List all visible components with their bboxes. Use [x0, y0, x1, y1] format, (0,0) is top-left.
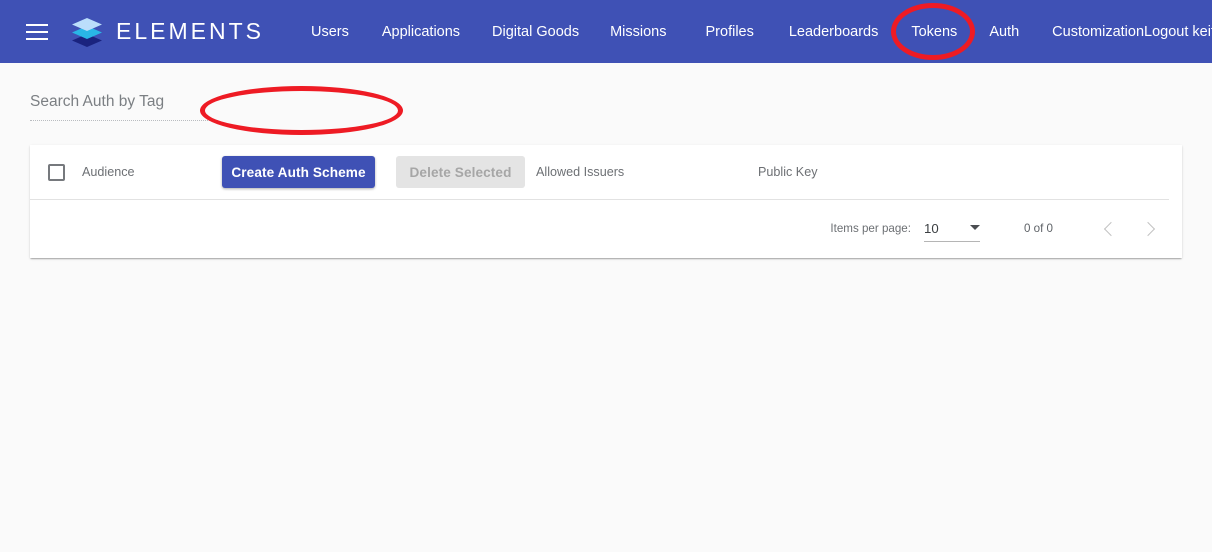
hamburger-line-3 — [26, 38, 48, 40]
toolbar: Create Auth Scheme Delete Selected — [0, 63, 1212, 145]
nav-item-digital-goods[interactable]: Digital Goods — [492, 18, 579, 46]
table-header-row: Audience User Level Allowed Issuers Publ… — [30, 145, 1182, 200]
logout-button[interactable]: Logout keithh — [1144, 18, 1212, 46]
brand-logo[interactable]: ELEMENTS — [70, 17, 264, 47]
pagination-range-label: 0 of 0 — [1024, 222, 1053, 235]
delete-selected-button[interactable]: Delete Selected — [396, 156, 525, 188]
chevron-right-icon — [1140, 221, 1154, 235]
nav-item-profiles[interactable]: Profiles — [706, 18, 754, 46]
search-field-wrapper — [30, 93, 218, 121]
nav-item-missions[interactable]: Missions — [610, 18, 666, 46]
create-auth-scheme-button[interactable]: Create Auth Scheme — [222, 156, 375, 188]
chevron-down-icon — [970, 225, 980, 230]
select-all-cell — [30, 164, 82, 181]
auth-schemes-table-card: Audience User Level Allowed Issuers Publ… — [30, 145, 1182, 258]
search-input[interactable] — [30, 93, 218, 120]
nav-item-customization[interactable]: Customization — [1052, 18, 1144, 46]
search-underline — [30, 120, 218, 121]
layers-stack-icon — [70, 17, 104, 47]
next-page-button[interactable] — [1130, 210, 1168, 248]
items-per-page-label: Items per page: — [830, 222, 911, 235]
items-per-page-select[interactable]: 10 — [924, 215, 980, 242]
hamburger-line-1 — [26, 24, 48, 26]
select-all-checkbox[interactable] — [48, 164, 65, 181]
column-header-allowed-issuers[interactable]: Allowed Issuers — [536, 165, 758, 179]
hamburger-menu-icon[interactable] — [26, 24, 48, 40]
top-navigation-bar: ELEMENTS Users Applications Digital Good… — [0, 0, 1212, 63]
hamburger-line-2 — [26, 31, 48, 33]
nav-links: Users Applications Digital Goods Mission… — [311, 18, 1212, 46]
table-vertical-scrollbar[interactable] — [1169, 145, 1182, 200]
previous-page-button[interactable] — [1090, 210, 1128, 248]
nav-item-applications[interactable]: Applications — [382, 18, 460, 46]
items-per-page-value: 10 — [924, 221, 939, 236]
column-header-public-key[interactable]: Public Key — [758, 165, 998, 179]
nav-item-auth[interactable]: Auth — [989, 18, 1019, 46]
nav-item-leaderboards[interactable]: Leaderboards — [789, 18, 879, 46]
nav-item-users[interactable]: Users — [311, 18, 349, 46]
table-paginator: Items per page: 10 0 of 0 — [30, 200, 1182, 257]
nav-item-tokens[interactable]: Tokens — [911, 18, 957, 46]
brand-name: ELEMENTS — [116, 18, 264, 45]
chevron-left-icon — [1103, 221, 1117, 235]
